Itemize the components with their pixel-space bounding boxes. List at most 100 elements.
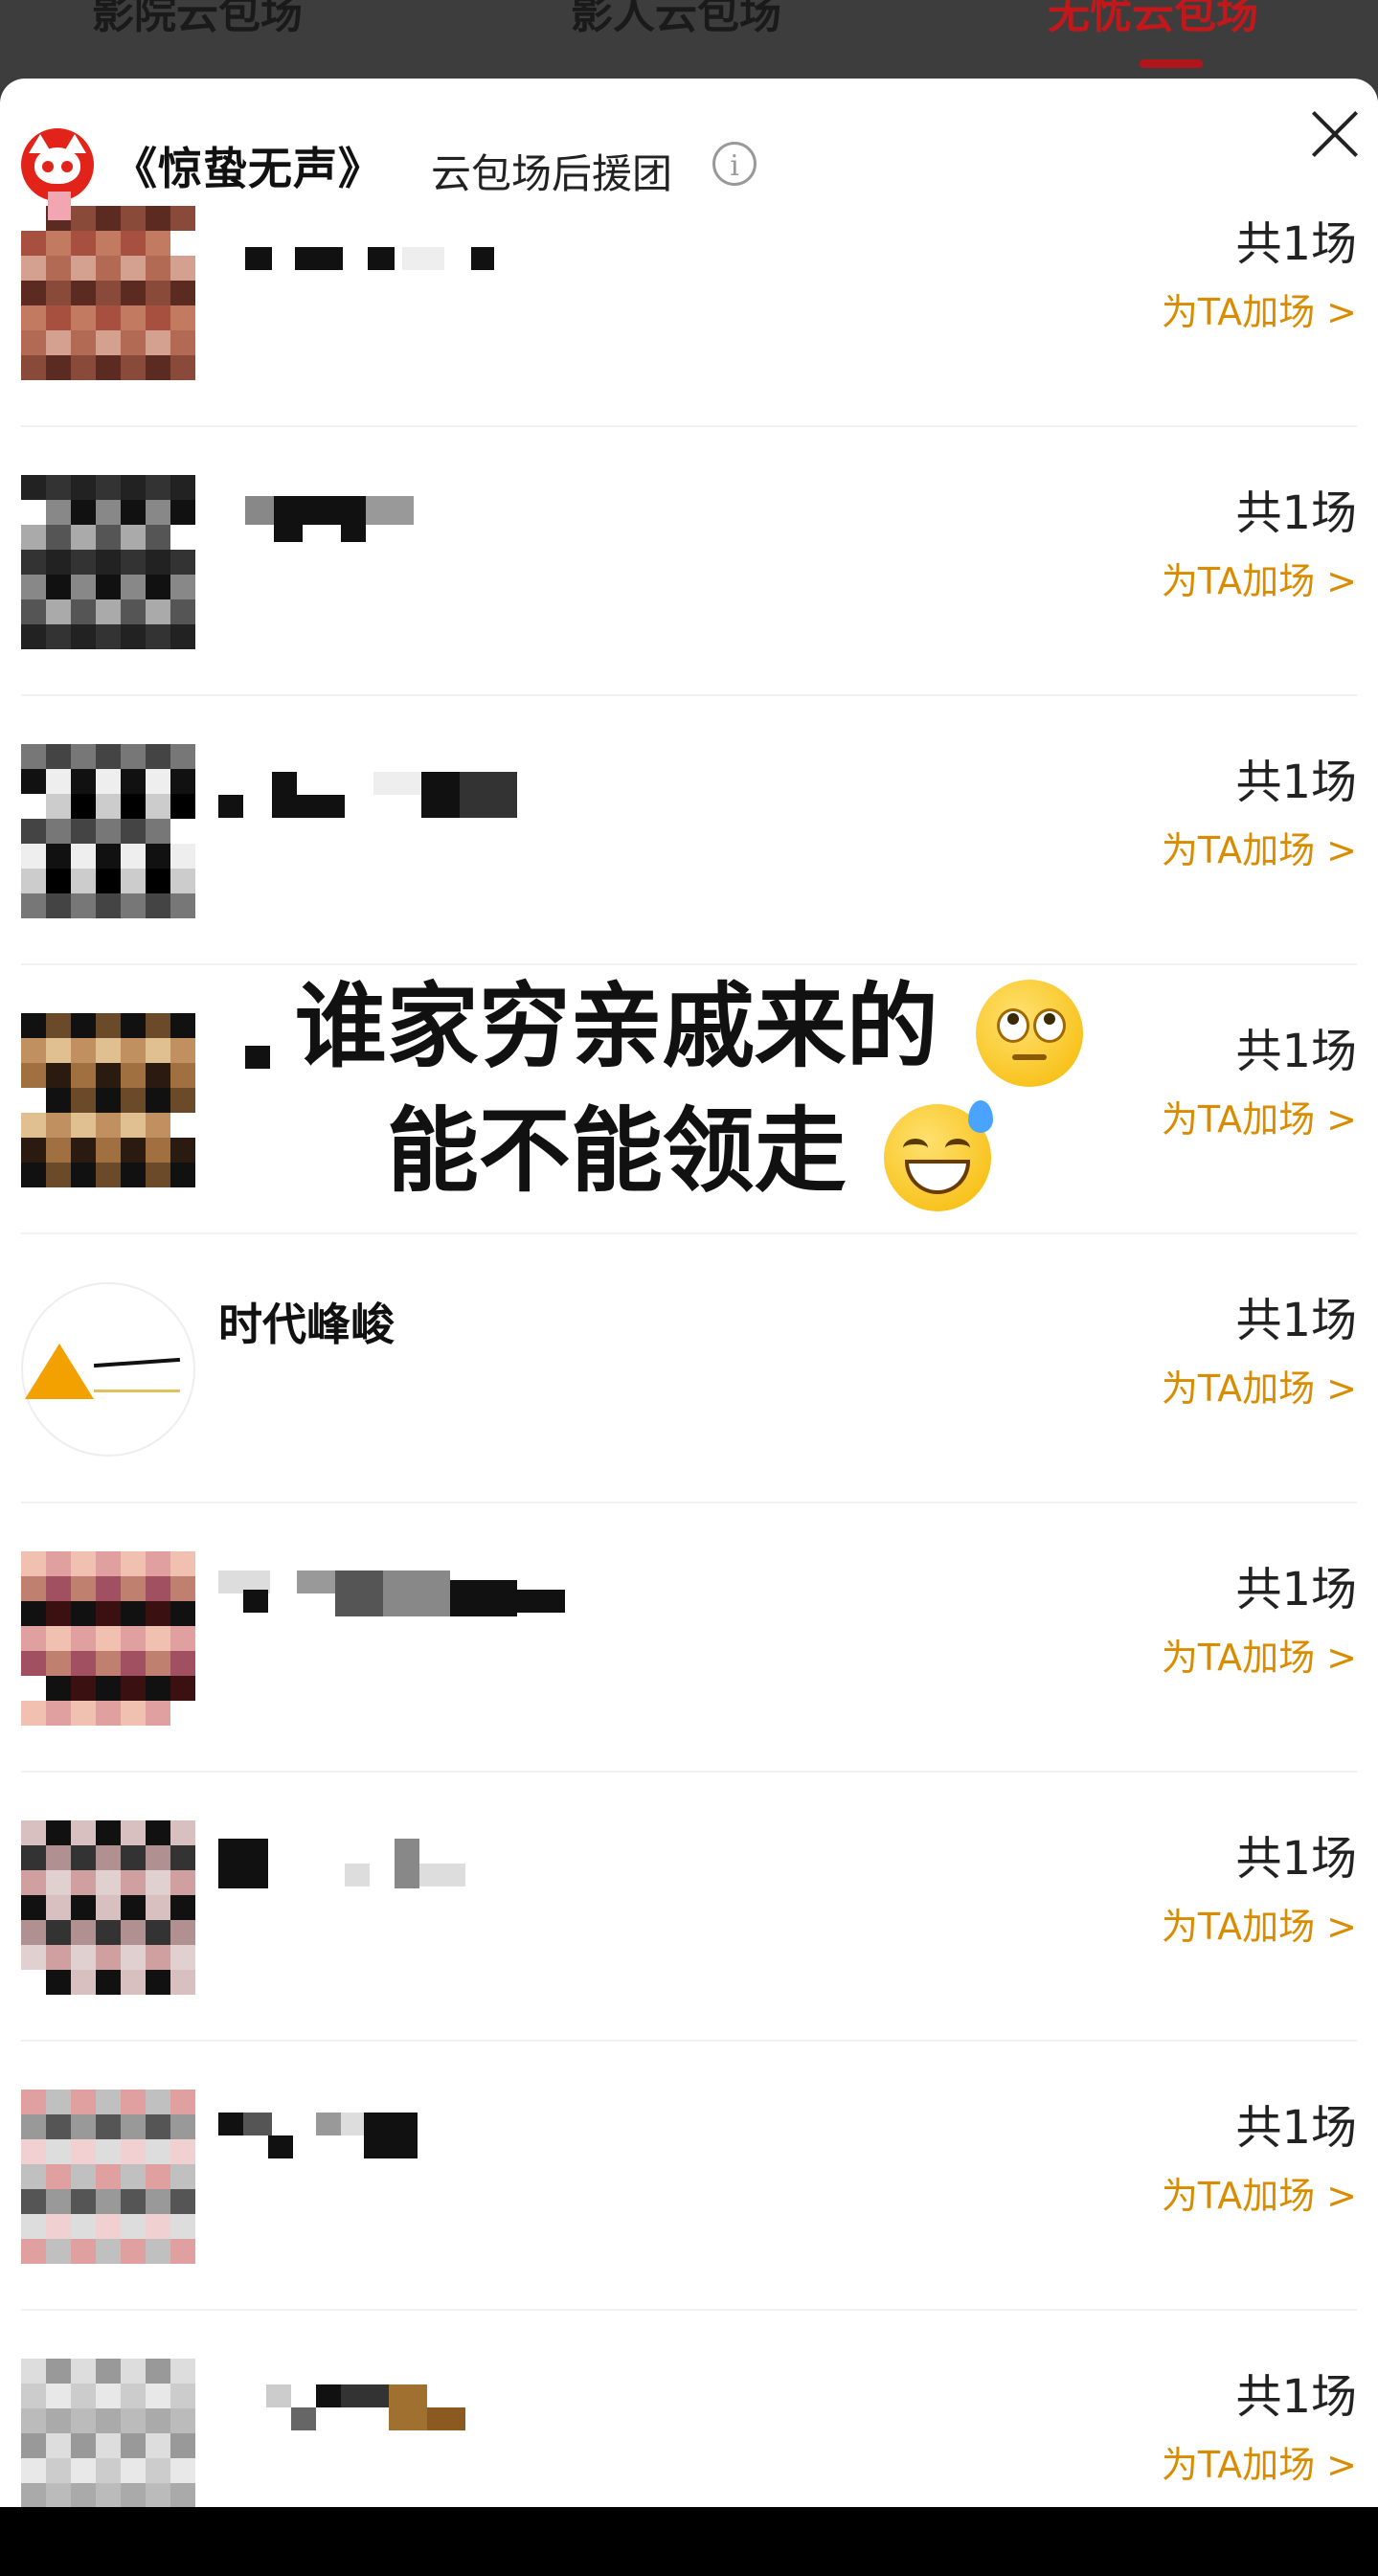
avatar-pixel: [170, 893, 195, 918]
avatar-pixel: [21, 2458, 46, 2483]
avatar-pixel: [146, 2239, 170, 2264]
avatar-pixel: [46, 2239, 71, 2264]
cat-logo-icon: [21, 128, 94, 201]
name-mosaic-block: [268, 2135, 293, 2158]
active-tab-indicator: [1140, 59, 1203, 68]
sheet-title: 《惊蛰无声》: [113, 143, 383, 194]
avatar[interactable]: [21, 1282, 195, 1457]
avatar-pixel: [71, 575, 96, 599]
avatar-pixel: [21, 1820, 46, 1845]
avatar-pixel: [170, 305, 195, 330]
avatar-pixel: [96, 1945, 121, 1970]
avatar-pixel: [71, 1601, 96, 1626]
avatar-pixel: [96, 1895, 121, 1920]
avatar-pixel: [96, 1820, 121, 1845]
avatar-pixel: [71, 794, 96, 819]
avatar-pixel: [146, 1651, 170, 1676]
avatar-pixel: [146, 1626, 170, 1651]
avatar-pixel: [146, 1895, 170, 1920]
avatar-pixel: [71, 330, 96, 355]
tab-film-people[interactable]: 影人云包场: [571, 0, 781, 40]
add-session-link[interactable]: 为TA加场 >: [1162, 2435, 1357, 2488]
avatar-pixel: [170, 2114, 195, 2139]
tab-cinema[interactable]: 影院云包场: [92, 0, 303, 40]
name-mosaic-block: [274, 496, 303, 542]
add-session-link[interactable]: 为TA加场 >: [1162, 2166, 1357, 2219]
avatar-pixel: [96, 819, 121, 844]
avatar-pixel: [170, 2090, 195, 2114]
name-mosaic-block: [402, 247, 444, 270]
avatar-pixel: [71, 599, 96, 624]
avatar-pixel: [96, 1970, 121, 1995]
avatar-pixel: [170, 281, 195, 305]
avatar-pixel: [71, 1845, 96, 1870]
avatar-pixel: [71, 869, 96, 893]
avatar[interactable]: [21, 1820, 195, 1995]
avatar-pixel: [71, 744, 96, 769]
avatar-pixel: [46, 525, 71, 550]
add-session-link[interactable]: 为TA加场 >: [1162, 1359, 1357, 1412]
avatar-pixel: [121, 2189, 146, 2214]
close-icon[interactable]: [1308, 107, 1362, 161]
avatar-pixel: [170, 1920, 195, 1945]
avatar-pixel: [46, 1970, 71, 1995]
avatar-pixel: [21, 2408, 46, 2433]
avatar-pixel: [146, 2408, 170, 2433]
avatar-pixel: [146, 1701, 170, 1726]
avatar-pixel: [96, 2359, 121, 2384]
avatar-pixel: [46, 1845, 71, 1870]
avatar[interactable]: [21, 2090, 195, 2264]
avatar-pixel: [46, 1701, 71, 1726]
name-mosaic-block: [345, 1864, 370, 1887]
caption-line-2: 能不能领走: [0, 1089, 1378, 1213]
avatar-pixel: [170, 2359, 195, 2384]
avatar-pixel: [170, 1601, 195, 1626]
add-session-link[interactable]: 为TA加场 >: [1162, 282, 1357, 335]
avatar-pixel: [46, 2359, 71, 2384]
avatar-pixel: [121, 1870, 146, 1895]
avatar-pixel: [146, 281, 170, 305]
add-session-link[interactable]: 为TA加场 >: [1162, 1628, 1357, 1681]
add-session-link[interactable]: 为TA加场 >: [1162, 1897, 1357, 1950]
avatar-pixel: [121, 769, 146, 794]
avatar-pixel: [71, 256, 96, 281]
avatar-pixel: [21, 2239, 46, 2264]
avatar-pixel: [121, 844, 146, 869]
avatar[interactable]: [21, 2359, 195, 2511]
avatar-pixel: [146, 550, 170, 575]
avatar-pixel: [96, 794, 121, 819]
tab-worry-free[interactable]: 无忧云包场: [1048, 0, 1258, 40]
avatar-pixel: [96, 256, 121, 281]
name-mosaic-block: [297, 1570, 335, 1593]
avatar-pixel: [96, 575, 121, 599]
avatar-pixel: [121, 2483, 146, 2508]
avatar-pixel: [21, 2433, 46, 2458]
avatar-pixel: [96, 475, 121, 500]
avatar-pixel: [71, 1676, 96, 1701]
avatar-pixel: [96, 525, 121, 550]
avatar-pixel: [146, 624, 170, 649]
info-icon[interactable]: i: [712, 142, 757, 186]
avatar[interactable]: [21, 744, 195, 918]
add-session-link[interactable]: 为TA加场 >: [1162, 821, 1357, 873]
avatar-pixel: [21, 599, 46, 624]
avatar-pixel: [170, 624, 195, 649]
add-session-link[interactable]: 为TA加场 >: [1162, 552, 1357, 604]
avatar-pixel: [121, 2384, 146, 2408]
avatar-pixel: [96, 2239, 121, 2264]
avatar-pixel: [71, 2214, 96, 2239]
avatar-pixel: [170, 2408, 195, 2433]
avatar-pixel: [96, 1626, 121, 1651]
name-mosaic-block: [297, 795, 345, 818]
avatar-pixel: [46, 1626, 71, 1651]
avatar-pixel: [170, 2239, 195, 2264]
caption-text-2: 能不能领走: [386, 1097, 847, 1205]
avatar-pixel: [21, 2164, 46, 2189]
avatar-pixel: [96, 2433, 121, 2458]
avatar-pixel: [21, 1845, 46, 1870]
avatar-pixel: [96, 1870, 121, 1895]
avatar-pixel: [46, 2090, 71, 2114]
avatar[interactable]: [21, 475, 195, 649]
avatar[interactable]: [21, 1551, 195, 1726]
avatar-pixel: [170, 1551, 195, 1576]
